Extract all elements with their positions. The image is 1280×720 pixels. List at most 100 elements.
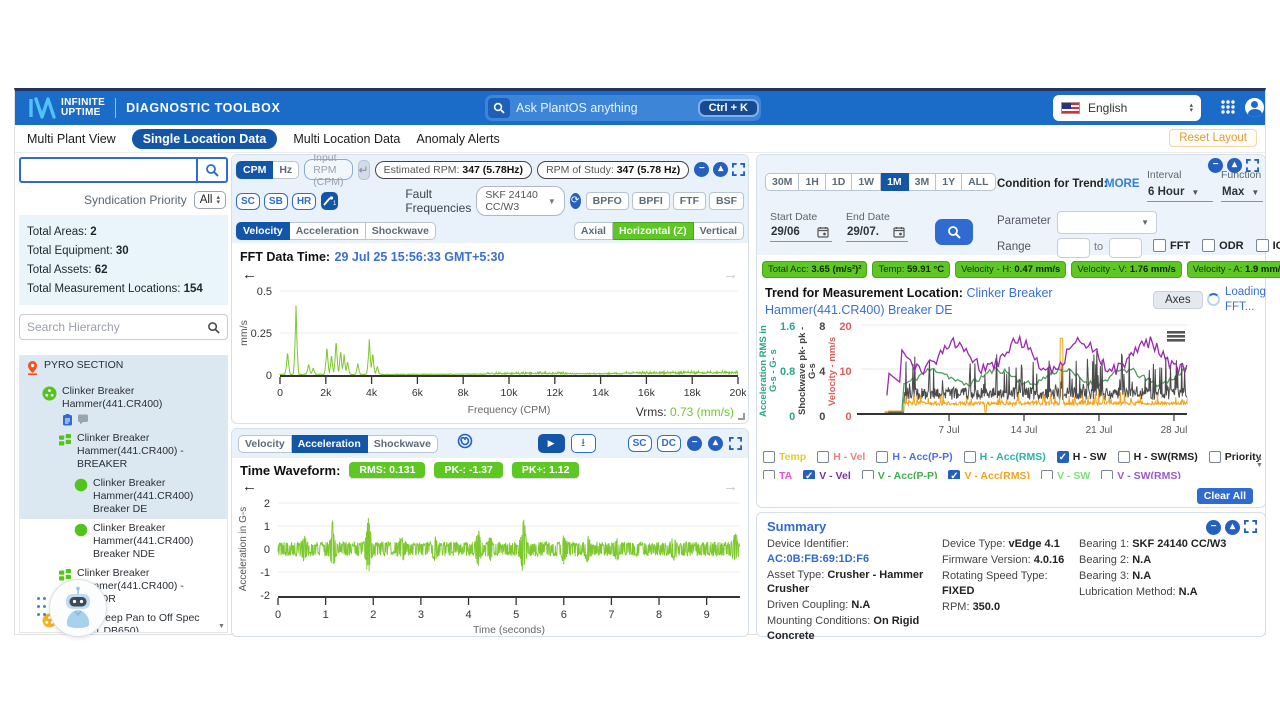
flag-checkbox-ic[interactable]: IC <box>1256 239 1280 252</box>
apps-grid-icon[interactable] <box>1219 98 1237 121</box>
range-button-1w[interactable]: 1W <box>852 173 881 191</box>
fft-signal-tab-velocity[interactable]: Velocity <box>236 222 290 240</box>
move-up-button[interactable]: ▴ <box>1225 520 1240 535</box>
fft-axis-tab-vertical[interactable]: Vertical <box>694 222 744 240</box>
sidebar-search-input[interactable] <box>19 157 198 183</box>
fft-signal-tab-acceleration[interactable]: Acceleration <box>290 222 366 240</box>
range-button-1m[interactable]: 1M <box>881 173 909 191</box>
unit-toggle-cpm[interactable]: CPM <box>236 161 273 179</box>
range-button-1d[interactable]: 1D <box>826 173 852 191</box>
spiral-icon[interactable] <box>457 433 473 454</box>
collapse-button[interactable]: − <box>687 436 702 451</box>
tree-item[interactable]: Clinker Breaker Hammer(441.CR400) - BREA… <box>20 429 227 474</box>
flag-checkbox-fft[interactable]: FFT <box>1153 239 1190 252</box>
expand-icon[interactable] <box>1244 520 1257 535</box>
prev-waveform-arrow[interactable]: ← <box>242 478 257 495</box>
series-checkbox-h-acc-rms-[interactable]: H - Acc(RMS) <box>964 451 1046 463</box>
tree-item[interactable]: Clinker Breaker Hammer(441.CR400) Breake… <box>20 474 227 519</box>
sb-button[interactable]: SB <box>264 193 288 210</box>
play-button[interactable]: ▶ <box>538 434 565 453</box>
series-checkbox-v-sw-rms-[interactable]: V - SW(RMS) <box>1101 470 1181 479</box>
sc-button[interactable]: SC <box>236 193 260 210</box>
collapse-button[interactable]: − <box>694 162 709 177</box>
unit-toggle-hz[interactable]: Hz <box>273 161 299 179</box>
fft-axis-tab-axial[interactable]: Axial <box>574 222 613 240</box>
next-waveform-arrow[interactable]: → <box>723 478 738 495</box>
fault-button-bsf[interactable]: BSF <box>709 192 744 210</box>
resize-handle-icon[interactable] <box>738 413 745 420</box>
fault-button-bpfo[interactable]: BPFO <box>586 192 629 210</box>
waveform-signal-tab-velocity[interactable]: Velocity <box>238 435 292 453</box>
fft-axis-tab-horizontal-z-[interactable]: Horizontal (Z) <box>613 222 694 240</box>
move-up-button[interactable]: ▴ <box>713 162 728 177</box>
hr-button[interactable]: HR <box>292 193 316 210</box>
reset-layout-button[interactable]: Reset Layout <box>1169 129 1257 147</box>
series-checkbox-h-vel[interactable]: H - Vel <box>817 451 865 463</box>
drag-handle-icon[interactable] <box>37 597 47 619</box>
tab-multi-plant-view[interactable]: Multi Plant View <box>27 132 116 146</box>
user-avatar-icon[interactable] <box>1245 98 1264 117</box>
tab-multi-location-data[interactable]: Multi Location Data <box>293 132 400 146</box>
sc-button[interactable]: SC <box>628 435 652 452</box>
apply-rpm-button[interactable]: ↵ <box>358 160 370 180</box>
trend-chart[interactable]: 7 Jul14 Jul21 Jul28 Jul <box>855 321 1193 441</box>
range-button-30m[interactable]: 30M <box>765 173 799 191</box>
parameter-dropdown[interactable]: ▼ <box>1057 211 1157 234</box>
waveform-signal-tab-acceleration[interactable]: Acceleration <box>292 435 368 453</box>
more-link[interactable]: MORE <box>1105 178 1140 190</box>
dc-button[interactable]: DC <box>657 435 681 452</box>
move-up-button[interactable]: ▴ <box>1227 158 1242 173</box>
expand-icon[interactable] <box>732 163 745 176</box>
checkbox-scrollbar[interactable]: ▲▼ <box>1255 455 1264 507</box>
clear-all-button[interactable]: Clear All <box>1197 488 1253 504</box>
range-max-input[interactable] <box>1109 238 1142 258</box>
expand-icon[interactable] <box>729 437 742 450</box>
end-date-input[interactable]: 29/07. <box>846 225 908 242</box>
robot-avatar-icon[interactable] <box>49 579 107 637</box>
language-select[interactable]: English ▴▾ <box>1053 95 1201 121</box>
tree-item[interactable]: Clinker Breaker Hammer(441.CR400) Breake… <box>20 519 227 564</box>
range-button-3m[interactable]: 3M <box>909 173 937 191</box>
chat-assistant[interactable] <box>37 579 103 639</box>
expand-icon[interactable] <box>1246 159 1259 172</box>
prev-fft-arrow[interactable]: ← <box>242 266 257 283</box>
global-search[interactable]: Ask PlantOS anything Ctrl + K <box>485 95 761 121</box>
series-checkbox-h-acc-p-p-[interactable]: H - Acc(P-P) <box>876 451 952 463</box>
series-checkbox-v-vel[interactable]: ✓V - Vel <box>803 470 851 479</box>
tab-single-location-data[interactable]: Single Location Data <box>132 129 278 149</box>
series-checkbox-v-acc-rms-[interactable]: ✓V - Acc(RMS) <box>948 470 1030 479</box>
interval-select[interactable]: 6 Hour▼ <box>1147 185 1213 202</box>
start-date-input[interactable]: 29/06 <box>770 225 832 242</box>
range-button-1y[interactable]: 1Y <box>936 173 962 191</box>
fault-button-bpfi[interactable]: BPFI <box>632 192 670 210</box>
series-checkbox-v-sw[interactable]: V - SW <box>1041 470 1090 479</box>
collapse-button[interactable]: − <box>1208 158 1223 173</box>
move-up-button[interactable]: ▴ <box>708 436 723 451</box>
range-button-1h[interactable]: 1H <box>799 173 825 191</box>
refresh-icon[interactable]: ⟳ <box>570 193 581 209</box>
series-checkbox-temp[interactable]: Temp <box>763 451 806 463</box>
fft-signal-tab-shockwave[interactable]: Shockwave <box>366 222 436 240</box>
range-min-input[interactable] <box>1057 238 1090 258</box>
flag-checkbox-odr[interactable]: ODR <box>1202 239 1243 252</box>
series-checkbox-h-sw-rms-[interactable]: H - SW(RMS) <box>1118 451 1198 463</box>
tree-item[interactable]: Clinker Breaker Hammer(441.CR400) <box>20 382 227 429</box>
sidebar-search-button[interactable] <box>198 157 228 183</box>
waveform-signal-tab-shockwave[interactable]: Shockwave <box>368 435 438 453</box>
function-select[interactable]: Max▼ <box>1221 185 1263 202</box>
axes-button[interactable]: Axes <box>1153 291 1203 309</box>
range-button-all[interactable]: ALL <box>962 173 995 191</box>
download-button[interactable]: ⭳ <box>571 434 596 453</box>
harmonic-cursor-button[interactable]: 1 <box>321 192 338 210</box>
tab-anomaly-alerts[interactable]: Anomaly Alerts <box>416 132 499 146</box>
hierarchy-search[interactable]: Search Hierarchy <box>19 314 228 340</box>
series-checkbox-h-sw[interactable]: ✓H - SW <box>1057 451 1107 463</box>
bearing-dropdown[interactable]: SKF 24140 CC/W3▼ <box>476 186 564 216</box>
collapse-button[interactable]: − <box>1206 520 1221 535</box>
waveform-chart[interactable]: -2-1012Acceleration in G-s0123456789Time… <box>234 495 746 635</box>
trend-search-button[interactable] <box>935 219 973 245</box>
series-checkbox-priority[interactable]: Priority <box>1209 451 1261 463</box>
rpm-input[interactable]: Input RPM (CPM) <box>304 159 352 180</box>
next-fft-arrow[interactable]: → <box>723 266 738 283</box>
tree-item[interactable]: PYRO SECTION <box>20 356 227 382</box>
